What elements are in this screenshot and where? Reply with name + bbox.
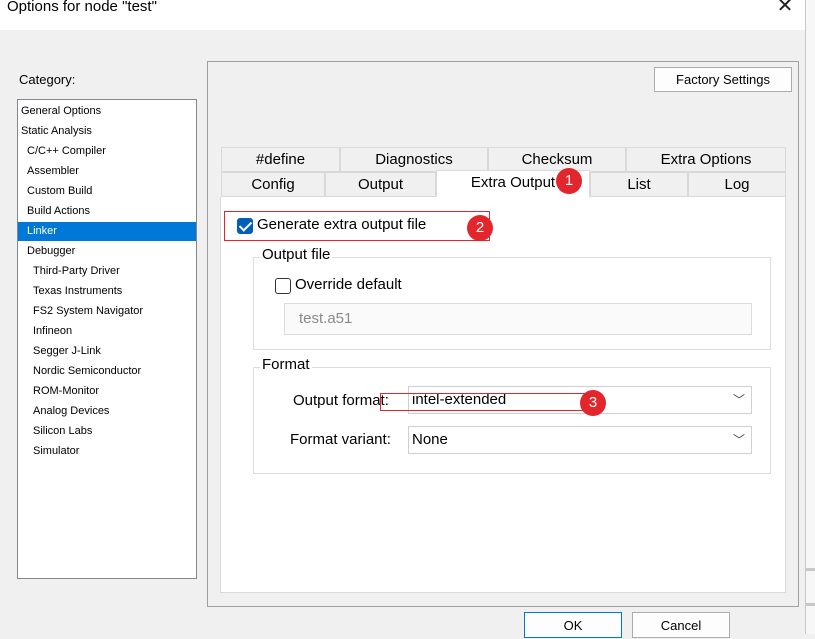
category-item[interactable]: FS2 System Navigator	[33, 302, 143, 321]
tab-checksum[interactable]: Checksum	[488, 147, 626, 172]
category-item[interactable]: Infineon	[33, 322, 72, 341]
category-item[interactable]: C/C++ Compiler	[27, 142, 106, 161]
output-filename-field[interactable]: test.a51	[284, 303, 752, 335]
tab-define[interactable]: #define	[221, 147, 340, 172]
tab-extra-options[interactable]: Extra Options	[626, 147, 786, 172]
chevron-down-icon: ﹀	[732, 393, 745, 407]
close-icon[interactable]: ✕	[768, 0, 802, 19]
window-title: Options for node "test"	[7, 0, 157, 15]
background-divider	[806, 603, 815, 606]
format-variant-select[interactable]: None ﹀	[408, 426, 752, 454]
category-item[interactable]: Debugger	[27, 242, 75, 261]
category-item[interactable]: Static Analysis	[21, 122, 92, 141]
annotation-box-2	[224, 211, 490, 241]
override-default-label[interactable]: Override default	[295, 276, 402, 293]
cancel-button[interactable]: Cancel	[632, 612, 730, 638]
format-group-title: Format	[260, 356, 312, 373]
background-divider	[806, 568, 815, 571]
category-item[interactable]: Linker	[18, 222, 196, 241]
annotation-marker-1: 1	[556, 168, 582, 194]
category-list[interactable]: General Options Static Analysis C/C++ Comp…	[17, 99, 197, 579]
ok-button[interactable]: OK	[524, 612, 622, 638]
format-group	[253, 367, 771, 474]
category-item[interactable]: ROM-Monitor	[33, 382, 99, 401]
category-item[interactable]: Custom Build	[27, 182, 92, 201]
category-item[interactable]: Simulator	[33, 442, 79, 461]
background-window-strip	[806, 0, 815, 634]
output-format-label: Output format:	[293, 392, 389, 409]
override-default-checkbox[interactable]	[275, 278, 291, 294]
category-item[interactable]: Texas Instruments	[33, 282, 122, 301]
format-variant-value: None	[412, 431, 448, 448]
tab-log[interactable]: Log	[688, 172, 786, 197]
tab-config[interactable]: Config	[221, 172, 325, 197]
annotation-marker-2: 2	[467, 215, 493, 241]
category-item[interactable]: Segger J-Link	[33, 342, 101, 361]
category-item[interactable]: Silicon Labs	[33, 422, 92, 441]
category-item[interactable]: Build Actions	[27, 202, 90, 221]
category-label: Category:	[19, 72, 76, 87]
output-file-group-title: Output file	[260, 246, 333, 263]
tab-list[interactable]: List	[590, 172, 688, 197]
category-item[interactable]: Nordic Semiconductor	[33, 362, 141, 381]
tab-output[interactable]: Output	[325, 172, 436, 197]
category-item[interactable]: Assembler	[27, 162, 79, 181]
factory-settings-button[interactable]: Factory Settings	[654, 67, 792, 92]
category-item[interactable]: General Options	[21, 102, 101, 121]
category-item[interactable]: Analog Devices	[33, 402, 109, 421]
annotation-box-3	[380, 393, 592, 411]
category-item[interactable]: Third-Party Driver	[33, 262, 120, 281]
format-variant-label: Format variant:	[290, 431, 391, 448]
annotation-marker-3: 3	[580, 390, 606, 416]
tab-diagnostics[interactable]: Diagnostics	[340, 147, 488, 172]
chevron-down-icon: ﹀	[732, 433, 745, 447]
